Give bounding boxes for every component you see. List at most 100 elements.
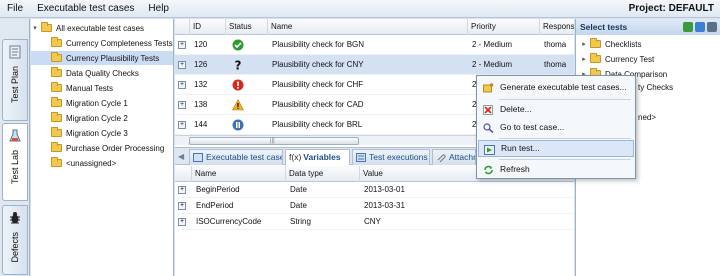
tab-label: Executable test case	[206, 152, 283, 162]
menubar: File Executable test cases Help Project:…	[0, 0, 720, 18]
tree-item-purchase-order[interactable]: Purchase Order Processing	[31, 141, 173, 155]
variable-row[interactable]: + ISOCurrencyCode String CNY	[175, 214, 574, 230]
partially-hidden-item: ned>	[638, 113, 657, 122]
refresh-icon[interactable]	[695, 22, 705, 32]
menu-generate-test-cases[interactable]: Generate executable test cases...	[478, 79, 634, 96]
menu-executable-test-cases[interactable]: Executable test cases	[30, 3, 141, 14]
menu-item-label: Generate executable test cases...	[500, 82, 627, 92]
folder-icon	[51, 82, 62, 92]
column-responsible[interactable]: Responsi	[539, 19, 574, 35]
menu-item-label: Delete...	[500, 104, 532, 114]
test-plan-icon	[7, 44, 23, 60]
select-item-label: Checklists	[605, 39, 642, 49]
add-icon[interactable]	[683, 22, 693, 32]
table-row[interactable]: + 120 Plausibility check for BGN 2 - Med…	[175, 35, 574, 55]
tab-attachments[interactable]: Attachm	[432, 149, 476, 165]
select-item-checklists[interactable]: ▸ Checklists	[576, 37, 641, 51]
menu-item-label: Go to test case...	[500, 122, 565, 132]
menu-file[interactable]: File	[0, 3, 30, 14]
expand-row-icon[interactable]: +	[178, 61, 186, 69]
warning-icon	[232, 99, 244, 111]
select-tests-title: Select tests	[576, 19, 720, 35]
tab-test-executions[interactable]: Test executions	[352, 149, 430, 165]
partially-hidden-item: ty Checks	[638, 83, 674, 92]
tree-item-migration-cycle-1[interactable]: Migration Cycle 1	[31, 96, 173, 110]
menu-go-to-test-case[interactable]: Go to test case...	[478, 119, 634, 136]
cell-name: Plausibility check for BGN	[272, 40, 365, 49]
cell-name: Plausibility check for CNY	[272, 60, 364, 69]
expand-icon[interactable]: ▸	[580, 40, 588, 48]
tab-executable-test-case[interactable]: Executable test case	[189, 149, 283, 165]
column-value[interactable]: Value	[359, 166, 459, 182]
tab-label: Test executions	[369, 152, 428, 162]
cell-id: 126	[194, 60, 208, 69]
expand-icon[interactable]: ▸	[580, 55, 588, 63]
tree-item-label: Migration Cycle 2	[66, 113, 128, 123]
menu-help[interactable]: Help	[141, 3, 176, 14]
tab-test-lab[interactable]: Test Lab	[2, 123, 28, 201]
var-type: Date	[290, 185, 307, 194]
table-row[interactable]: + 126 ? Plausibility check for CNY 2 - M…	[175, 55, 574, 75]
cell-id: 132	[194, 80, 208, 89]
expand-row-icon[interactable]: +	[178, 41, 186, 49]
tree-item-manual-tests[interactable]: Manual Tests	[31, 81, 173, 95]
expand-row-icon[interactable]: +	[178, 218, 186, 226]
expand-row-icon[interactable]: +	[178, 186, 186, 194]
tree-item-label: Migration Cycle 1	[66, 98, 128, 108]
test-lab-icon	[7, 128, 23, 144]
cell-id: 120	[194, 40, 208, 49]
tab-defects-label: Defects	[10, 232, 20, 263]
column-var-name[interactable]: Name	[191, 166, 285, 182]
expand-row-icon[interactable]: +	[178, 101, 186, 109]
cell-responsible: thoma	[544, 40, 567, 49]
question-icon: ?	[235, 59, 242, 71]
column-name[interactable]: Name	[267, 19, 467, 35]
menu-separator	[499, 138, 631, 139]
folder-icon	[51, 67, 62, 77]
expand-row-icon[interactable]: +	[178, 202, 186, 210]
panel-title: Select tests	[580, 22, 628, 32]
tab-test-plan[interactable]: Test Plan	[2, 39, 28, 121]
var-name: EndPeriod	[196, 201, 234, 210]
select-item-currency-test[interactable]: ▸ Currency Test	[576, 52, 654, 66]
folder-icon	[51, 37, 62, 47]
column-data-type[interactable]: Data type	[285, 166, 359, 182]
menu-item-label: Run test...	[501, 143, 540, 153]
tree-item-data-quality[interactable]: Data Quality Checks	[31, 66, 173, 80]
collapse-icon[interactable]: ▾	[31, 24, 39, 32]
tree-item-currency-plausibility[interactable]: Currency Plausibility Tests	[31, 51, 173, 65]
expand-row-icon[interactable]: +	[178, 81, 186, 89]
tab-test-plan-label: Test Plan	[10, 66, 20, 104]
tree-item-migration-cycle-2[interactable]: Migration Cycle 2	[31, 111, 173, 125]
column-priority[interactable]: Priority	[467, 19, 539, 35]
info-icon	[232, 119, 244, 131]
tab-defects[interactable]: Defects	[2, 205, 28, 275]
passed-icon	[232, 39, 244, 51]
tab-variables[interactable]: f(x) Variables	[285, 149, 350, 165]
executions-icon	[356, 153, 366, 162]
folder-icon	[51, 52, 62, 62]
scrollbar-thumb[interactable]: |||	[189, 137, 359, 145]
variable-row[interactable]: + BeginPeriod Date 2013-03-01	[175, 182, 574, 198]
column-id[interactable]: ID	[189, 19, 225, 35]
tab-label: Variables	[303, 152, 341, 162]
expand-row-icon[interactable]: +	[178, 121, 186, 129]
tree-item-label: Purchase Order Processing	[66, 143, 165, 153]
tab-scroll-left-icon[interactable]: ◀	[178, 152, 184, 161]
tab-label: Attachm	[449, 152, 475, 162]
column-status[interactable]: Status	[225, 19, 267, 35]
close-icon[interactable]	[707, 22, 717, 32]
menu-delete[interactable]: Delete...	[478, 101, 634, 118]
tree-item-currency-completeness[interactable]: Currency Completeness Tests	[31, 36, 173, 50]
svg-text:?: ?	[235, 59, 242, 71]
variable-row[interactable]: + EndPeriod Date 2013-03-31	[175, 198, 574, 214]
tree-item-migration-cycle-3[interactable]: Migration Cycle 3	[31, 126, 173, 140]
context-menu: Generate executable test cases... Delete…	[476, 75, 636, 179]
tree-root[interactable]: ▾ All executable test cases	[31, 21, 173, 35]
var-name: ISOCurrencyCode	[196, 217, 262, 226]
menu-refresh[interactable]: Refresh	[478, 161, 634, 178]
tree-item-unassigned[interactable]: <unassigned>	[31, 156, 173, 170]
menu-run-test[interactable]: Run test...	[478, 140, 634, 157]
test-case-icon	[193, 153, 203, 162]
select-item-label: Currency Test	[605, 54, 655, 64]
